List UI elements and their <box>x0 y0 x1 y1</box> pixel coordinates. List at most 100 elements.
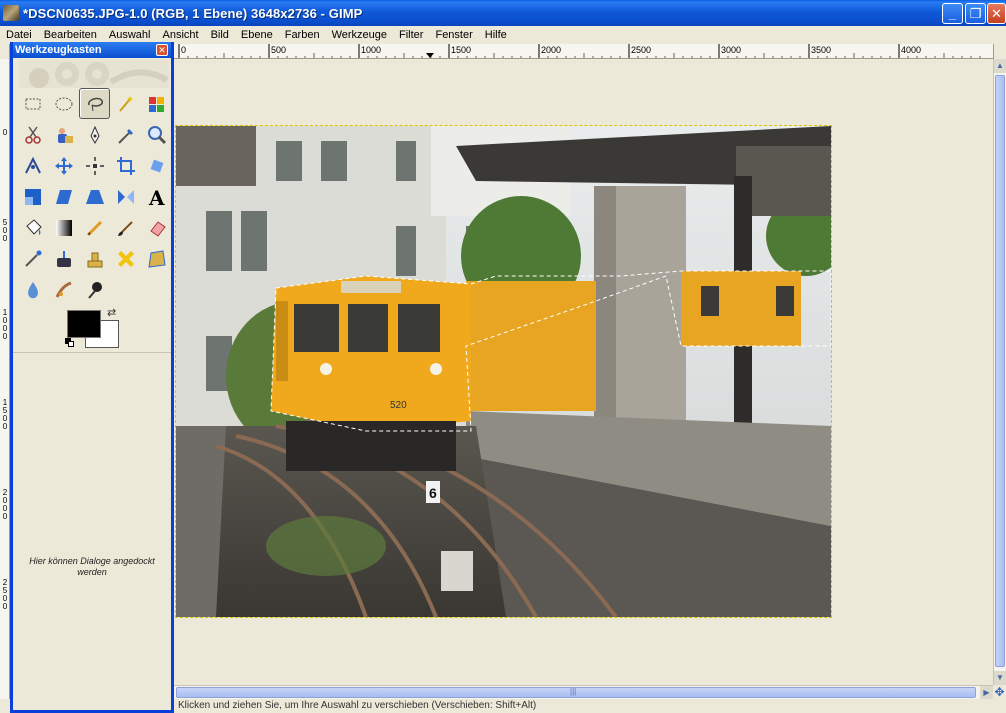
zoom-toggle-button[interactable] <box>993 44 1006 59</box>
tool-eraser-button[interactable] <box>141 212 172 243</box>
scissors-select-icon <box>24 126 41 144</box>
tool-bucket-fill-button[interactable] <box>17 212 48 243</box>
tool-measure-button[interactable] <box>17 150 48 181</box>
tool-fuzzy-select-wand-button[interactable] <box>110 88 141 119</box>
ruler-top-label: 2500 <box>631 45 651 55</box>
tool-move-button[interactable] <box>48 150 79 181</box>
tool-pencil-button[interactable] <box>79 212 110 243</box>
maximize-button[interactable]: ❐ <box>965 3 986 24</box>
ruler-left-label: 5 0 0 <box>2 218 8 243</box>
image-canvas[interactable]: 6 520 <box>175 125 832 618</box>
bucket-fill-icon <box>25 218 42 235</box>
ruler-left-label: 2 0 0 0 <box>2 488 8 521</box>
tool-ink-button[interactable] <box>48 243 79 274</box>
paintbrush-icon <box>117 220 133 236</box>
menu-farben[interactable]: Farben <box>285 29 320 41</box>
svg-text:A: A <box>148 186 165 208</box>
navigate-icon[interactable]: ✥ <box>993 685 1006 699</box>
tool-zoom-button[interactable] <box>141 119 172 150</box>
tool-dodge-burn-button[interactable] <box>79 274 110 305</box>
flip-icon <box>117 189 134 204</box>
tool-color-picker-button[interactable] <box>110 119 141 150</box>
tool-grid: A <box>17 88 173 305</box>
menu-filter[interactable]: Filter <box>399 29 423 41</box>
reset-colors-icon[interactable] <box>65 338 75 348</box>
tool-paths-button[interactable] <box>79 119 110 150</box>
tool-paintbrush-button[interactable] <box>110 212 141 243</box>
dodge-burn-icon <box>87 281 102 299</box>
ruler-top-label: 0 <box>181 45 186 55</box>
minimize-button[interactable]: _ <box>942 3 963 24</box>
measure-icon <box>24 156 41 173</box>
menu-auswahl[interactable]: Auswahl <box>109 29 151 41</box>
gimp-app-icon[interactable] <box>3 5 19 21</box>
scroll-right-arrow-icon[interactable]: ▶ <box>980 686 993 699</box>
dock-hint-text: Hier können Dialoge angedockt werden <box>29 556 155 577</box>
eraser-icon <box>149 220 166 237</box>
tool-blend-gradient-button[interactable] <box>48 212 79 243</box>
tool-select-by-color-button[interactable] <box>141 88 172 119</box>
ruler-corner-button[interactable] <box>0 44 10 59</box>
ruler-vertical[interactable]: 0 5 0 0 1 0 0 0 1 5 0 0 2 0 0 0 2 5 0 0 <box>0 59 10 699</box>
toolbox-title-text: Werkzeugkasten <box>15 44 102 56</box>
tool-perspective-button[interactable] <box>79 181 110 212</box>
menu-ebene[interactable]: Ebene <box>241 29 273 41</box>
canvas-area[interactable]: 6 520 <box>174 59 993 685</box>
tool-blur-sharpen-button[interactable] <box>17 274 48 305</box>
train-photo: 6 520 <box>176 126 831 617</box>
blend-gradient-icon <box>55 219 72 236</box>
rotate-icon <box>150 159 163 172</box>
menu-bild[interactable]: Bild <box>211 29 229 41</box>
toolbox-divider <box>13 352 171 353</box>
clone-stamp-icon <box>87 252 102 267</box>
track-sign-label: 6 <box>429 485 437 501</box>
tool-airbrush-button[interactable] <box>17 243 48 274</box>
shear-icon <box>55 189 72 204</box>
tool-rotate-button[interactable] <box>141 150 172 181</box>
tool-crop-button[interactable] <box>110 150 141 181</box>
fuzzy-select-wand-icon <box>118 95 133 112</box>
ruler-top-label: 1000 <box>361 45 381 55</box>
toolbox-title[interactable]: Werkzeugkasten <box>13 42 171 58</box>
tool-align-button[interactable] <box>79 150 110 181</box>
tool-clone-stamp-button[interactable] <box>79 243 110 274</box>
horizontal-scrollbar[interactable]: ||| ▶ <box>174 685 993 699</box>
tool-text-button[interactable]: A <box>141 181 172 212</box>
vertical-scrollbar[interactable]: ▲ ▼ <box>993 59 1006 685</box>
foreground-select-icon <box>57 127 73 143</box>
menu-hilfe[interactable]: Hilfe <box>485 29 507 41</box>
tool-smudge-button[interactable] <box>48 274 79 305</box>
tool-scale-button[interactable] <box>17 181 48 212</box>
close-button[interactable]: ✕ <box>987 3 1006 24</box>
foreground-color-swatch[interactable] <box>67 310 101 338</box>
menu-fenster[interactable]: Fenster <box>435 29 472 41</box>
window-titlebar[interactable]: *DSCN0635.JPG-1.0 (RGB, 1 Ebene) 3648x27… <box>0 0 1006 26</box>
tool-shear-button[interactable] <box>48 181 79 212</box>
ellipse-select-icon <box>55 97 72 110</box>
select-by-color-icon <box>148 96 164 112</box>
toolbox-close-icon[interactable]: ✕ <box>156 44 168 56</box>
tool-flip-button[interactable] <box>110 181 141 212</box>
scroll-grip-icon: ||| <box>570 687 577 696</box>
tool-foreground-select-button[interactable] <box>48 119 79 150</box>
rect-select-icon <box>25 98 40 109</box>
tool-rect-select-button[interactable] <box>17 88 48 119</box>
tool-free-select-lasso-button[interactable] <box>79 88 110 119</box>
menu-werkzeuge[interactable]: Werkzeuge <box>332 29 387 41</box>
tool-heal-button[interactable] <box>110 243 141 274</box>
vertical-scroll-thumb[interactable] <box>995 75 1005 667</box>
toolbox-panel: Werkzeugkasten ✕ A ⇄ Hier können Dialoge… <box>10 42 174 713</box>
status-text: Klicken und ziehen Sie, um Ihre Auswahl … <box>178 700 537 711</box>
heal-icon <box>117 250 134 267</box>
ruler-horizontal[interactable]: 0 500 1000 1500 2000 2500 3000 3500 4000 <box>173 44 993 59</box>
tool-ellipse-select-button[interactable] <box>48 88 79 119</box>
menu-datei[interactable]: Datei <box>6 29 32 41</box>
scroll-up-arrow-icon[interactable]: ▲ <box>994 59 1006 73</box>
scroll-down-arrow-icon[interactable]: ▼ <box>994 671 1006 685</box>
menu-bearbeiten[interactable]: Bearbeiten <box>44 29 97 41</box>
swap-colors-icon[interactable]: ⇄ <box>107 306 116 319</box>
tool-scissors-select-button[interactable] <box>17 119 48 150</box>
tool-perspective-clone-button[interactable] <box>141 243 172 274</box>
blur-sharpen-icon <box>27 281 38 298</box>
menu-ansicht[interactable]: Ansicht <box>162 29 198 41</box>
